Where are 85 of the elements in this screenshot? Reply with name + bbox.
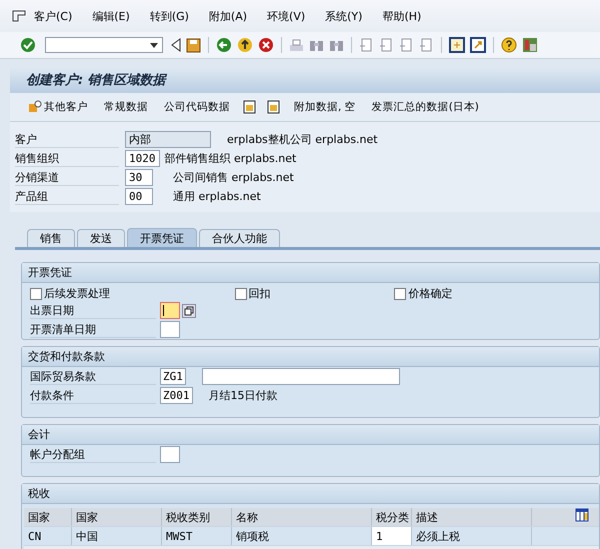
field-label: 帐户分配组 bbox=[30, 446, 156, 462]
menu-item[interactable]: 系统(Y) bbox=[325, 8, 362, 24]
field-label: 出票日期 bbox=[30, 302, 156, 318]
input-field[interactable]: 30 bbox=[125, 169, 153, 186]
document-icon[interactable] bbox=[243, 100, 257, 114]
page-icon bbox=[359, 38, 374, 52]
cancel-icon[interactable] bbox=[258, 37, 274, 53]
input-field[interactable]: ZG1 bbox=[160, 368, 186, 385]
checkbox-label: 价格确定 bbox=[408, 286, 452, 301]
tab[interactable]: 发送 bbox=[77, 229, 125, 247]
command-field[interactable] bbox=[45, 37, 163, 53]
checkbox-label: 回扣 bbox=[248, 286, 271, 301]
back-icon[interactable] bbox=[216, 37, 232, 53]
group-title: 交货和付款条款 bbox=[22, 347, 599, 367]
triangle-icon[interactable] bbox=[171, 38, 181, 52]
table-cell[interactable]: 1 bbox=[372, 527, 412, 545]
column-header[interactable]: 名称 bbox=[232, 508, 372, 526]
field-description: 月结15日付款 bbox=[208, 388, 278, 403]
field-description: 部件销售组织 erplabs.net bbox=[164, 151, 296, 166]
input-field[interactable] bbox=[160, 446, 180, 463]
tab[interactable]: 开票凭证 bbox=[127, 228, 197, 247]
menu-item[interactable]: 转到(G) bbox=[150, 8, 189, 24]
toolbar-button[interactable]: 常规数据 bbox=[98, 98, 154, 116]
field-description: 公司间销售 erplabs.net bbox=[173, 170, 294, 185]
checkbox-label: 后续发票处理 bbox=[44, 286, 110, 301]
column-header[interactable]: 描述 bbox=[412, 508, 532, 526]
layout-icon[interactable] bbox=[522, 37, 538, 53]
input-field[interactable] bbox=[160, 321, 180, 338]
table-settings-icon[interactable] bbox=[575, 508, 589, 522]
menu-item[interactable]: 环境(V) bbox=[267, 8, 306, 24]
tab[interactable]: 合伙人功能 bbox=[199, 229, 280, 247]
window-icon[interactable] bbox=[449, 37, 465, 53]
group-title: 税收 bbox=[22, 484, 599, 504]
column-header[interactable]: 国家 bbox=[24, 508, 72, 526]
menu-item[interactable]: 附加(A) bbox=[208, 8, 248, 24]
field-label: 产品组 bbox=[15, 188, 119, 204]
menu-item[interactable]: 帮助(H) bbox=[382, 8, 422, 24]
field-label: 客户 bbox=[15, 132, 119, 148]
print-icon bbox=[289, 38, 304, 52]
menu-item[interactable]: 客户(C) bbox=[34, 8, 72, 24]
group-title: 开票凭证 bbox=[22, 263, 599, 283]
toolbar-button[interactable]: 发票汇总的数据(日本) bbox=[366, 98, 485, 116]
window-icon[interactable] bbox=[470, 37, 486, 53]
group-title: 会计 bbox=[22, 425, 599, 445]
field-description: 通用 erplabs.net bbox=[173, 189, 261, 204]
field-label: 国际贸易条款 bbox=[30, 368, 156, 384]
input-field[interactable] bbox=[202, 368, 400, 385]
page-icon bbox=[399, 38, 414, 52]
column-header[interactable]: 税收类别 bbox=[162, 508, 232, 526]
field-label: 开票清单日期 bbox=[30, 322, 156, 338]
value-help-icon[interactable] bbox=[182, 304, 196, 318]
input-field[interactable]: 00 bbox=[125, 188, 153, 205]
customer-icon bbox=[28, 100, 42, 114]
checkbox[interactable] bbox=[234, 288, 247, 300]
toolbar-button[interactable]: 其他客户 bbox=[22, 98, 94, 116]
column-header[interactable]: 国家 bbox=[72, 508, 162, 526]
check-icon[interactable] bbox=[20, 37, 36, 53]
help-icon[interactable] bbox=[501, 37, 517, 53]
field-description: erplabs整机公司 erplabs.net bbox=[227, 132, 378, 147]
field-label: 分销渠道 bbox=[15, 170, 119, 186]
input-field[interactable]: 内部 bbox=[125, 131, 211, 148]
save-icon[interactable] bbox=[186, 38, 201, 52]
input-field[interactable]: 1020 bbox=[125, 150, 160, 167]
table-cell: 中国 bbox=[72, 527, 162, 545]
table-cell: CN bbox=[24, 527, 72, 545]
table-cell: 必须上税 bbox=[412, 527, 532, 545]
screen-title: 创建客户: 销售区域数据 bbox=[26, 72, 166, 89]
exit-icon[interactable] bbox=[237, 37, 253, 53]
toolbar-button[interactable]: 公司代码数据 bbox=[158, 98, 236, 116]
column-header[interactable]: 税分类 bbox=[372, 508, 412, 526]
table-cell: MWST bbox=[162, 527, 232, 545]
dropdown-icon[interactable] bbox=[150, 42, 158, 48]
page-icon bbox=[419, 38, 434, 52]
input-field[interactable] bbox=[160, 302, 180, 319]
toolbar-button[interactable]: 附加数据, 空 bbox=[288, 98, 362, 116]
menu-item[interactable]: 编辑(E) bbox=[92, 8, 130, 24]
tab[interactable]: 销售 bbox=[27, 229, 75, 247]
field-label: 付款条件 bbox=[30, 388, 156, 404]
menu-icon[interactable] bbox=[12, 10, 26, 22]
page-icon bbox=[379, 38, 394, 52]
checkbox[interactable] bbox=[394, 288, 406, 300]
checkbox[interactable] bbox=[30, 288, 42, 300]
document-icon[interactable] bbox=[267, 100, 281, 114]
input-field[interactable]: Z001 bbox=[160, 387, 192, 404]
field-label: 销售组织 bbox=[15, 150, 119, 166]
